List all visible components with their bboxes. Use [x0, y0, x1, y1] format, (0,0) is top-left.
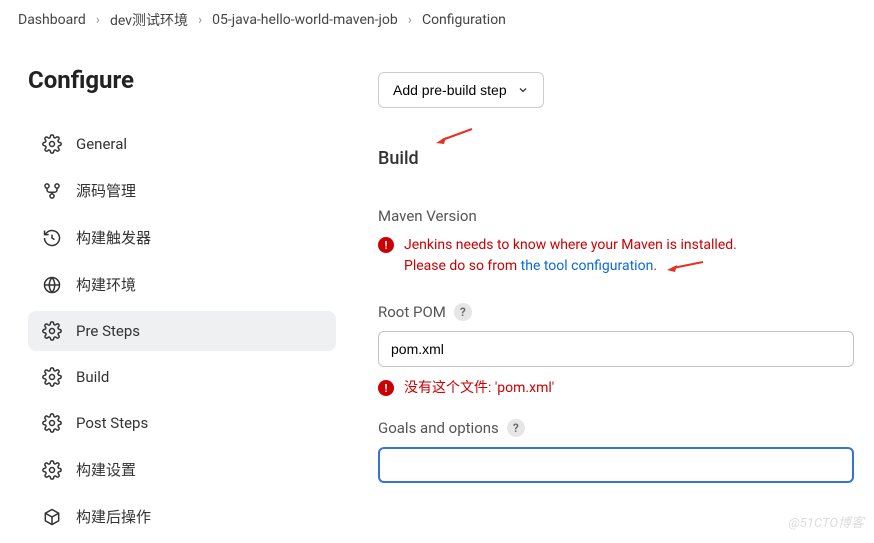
annotation-arrow-icon: [434, 126, 474, 146]
breadcrumb-item[interactable]: dev测试环境: [110, 10, 188, 30]
gear-icon: [42, 413, 62, 433]
chevron-down-icon: [517, 84, 529, 96]
sidebar-item-label: 构建触发器: [76, 227, 151, 248]
help-icon[interactable]: ?: [454, 303, 472, 321]
watermark: @51CTO博客: [788, 512, 864, 531]
sidebar-item-post-build[interactable]: 构建后操作: [28, 496, 336, 537]
gear-icon: [42, 460, 62, 480]
root-pom-input[interactable]: [378, 331, 854, 367]
build-section-heading: Build: [378, 148, 854, 169]
sidebar-item-build-settings[interactable]: 构建设置: [28, 449, 336, 490]
gear-icon: [42, 321, 62, 341]
sidebar-item-general[interactable]: General: [28, 124, 336, 164]
help-icon[interactable]: ?: [507, 419, 525, 437]
sidebar-item-label: Pre Steps: [76, 322, 140, 340]
sidebar-item-post-steps[interactable]: Post Steps: [28, 403, 336, 443]
sidebar-item-label: 源码管理: [76, 180, 136, 201]
gear-icon: [42, 134, 62, 154]
globe-icon: [42, 275, 62, 295]
root-pom-error: ! 没有这个文件: 'pom.xml': [378, 377, 854, 397]
chevron-right-icon: ›: [198, 12, 202, 28]
root-pom-label: Root POM ?: [378, 303, 854, 321]
error-text-line1: Jenkins needs to know where your Maven i…: [404, 237, 737, 253]
sidebar-item-label: Build: [76, 368, 109, 386]
breadcrumb-item[interactable]: Dashboard: [18, 12, 86, 28]
sidebar-item-build[interactable]: Build: [28, 357, 336, 397]
clock-arrow-icon: [42, 228, 62, 248]
breadcrumb: Dashboard › dev测试环境 › 05-java-hello-worl…: [0, 0, 874, 40]
pre-steps-heading: [378, 48, 854, 58]
package-icon: [42, 507, 62, 527]
gear-icon: [42, 367, 62, 387]
sidebar-item-scm[interactable]: 源码管理: [28, 170, 336, 211]
goals-input[interactable]: [378, 447, 854, 483]
button-label: Add pre-build step: [393, 82, 507, 98]
chevron-right-icon: ›: [96, 12, 100, 28]
breadcrumb-item[interactable]: Configuration: [422, 12, 506, 28]
breadcrumb-item[interactable]: 05-java-hello-world-maven-job: [212, 12, 398, 28]
tool-configuration-link[interactable]: the tool configuration: [521, 258, 654, 274]
error-icon: !: [378, 237, 394, 253]
goals-label: Goals and options ?: [378, 419, 854, 437]
branch-icon: [42, 181, 62, 201]
error-icon: !: [378, 380, 394, 396]
sidebar-item-label: General: [76, 135, 127, 153]
maven-version-label: Maven Version: [378, 207, 854, 225]
sidebar-item-label: 构建环境: [76, 274, 136, 295]
annotation-arrow-icon: [665, 259, 705, 273]
error-text-line2-prefix: Please do so from: [404, 258, 521, 274]
maven-version-error: ! Jenkins needs to know where your Maven…: [378, 235, 854, 277]
sidebar-item-label: Post Steps: [76, 414, 148, 432]
sidebar-item-triggers[interactable]: 构建触发器: [28, 217, 336, 258]
add-prebuild-step-button[interactable]: Add pre-build step: [378, 72, 544, 108]
page-title: Configure: [28, 66, 336, 94]
sidebar-item-label: 构建设置: [76, 459, 136, 480]
main-content: Add pre-build step Build Maven Version !…: [360, 40, 874, 543]
chevron-right-icon: ›: [408, 12, 412, 28]
sidebar-item-pre-steps[interactable]: Pre Steps: [28, 311, 336, 351]
sidebar-item-environment[interactable]: 构建环境: [28, 264, 336, 305]
error-text: 没有这个文件: 'pom.xml': [404, 377, 554, 397]
sidebar-item-label: 构建后操作: [76, 506, 151, 527]
sidebar: Configure General 源码管理 构建触发器 构建环境: [0, 40, 360, 543]
